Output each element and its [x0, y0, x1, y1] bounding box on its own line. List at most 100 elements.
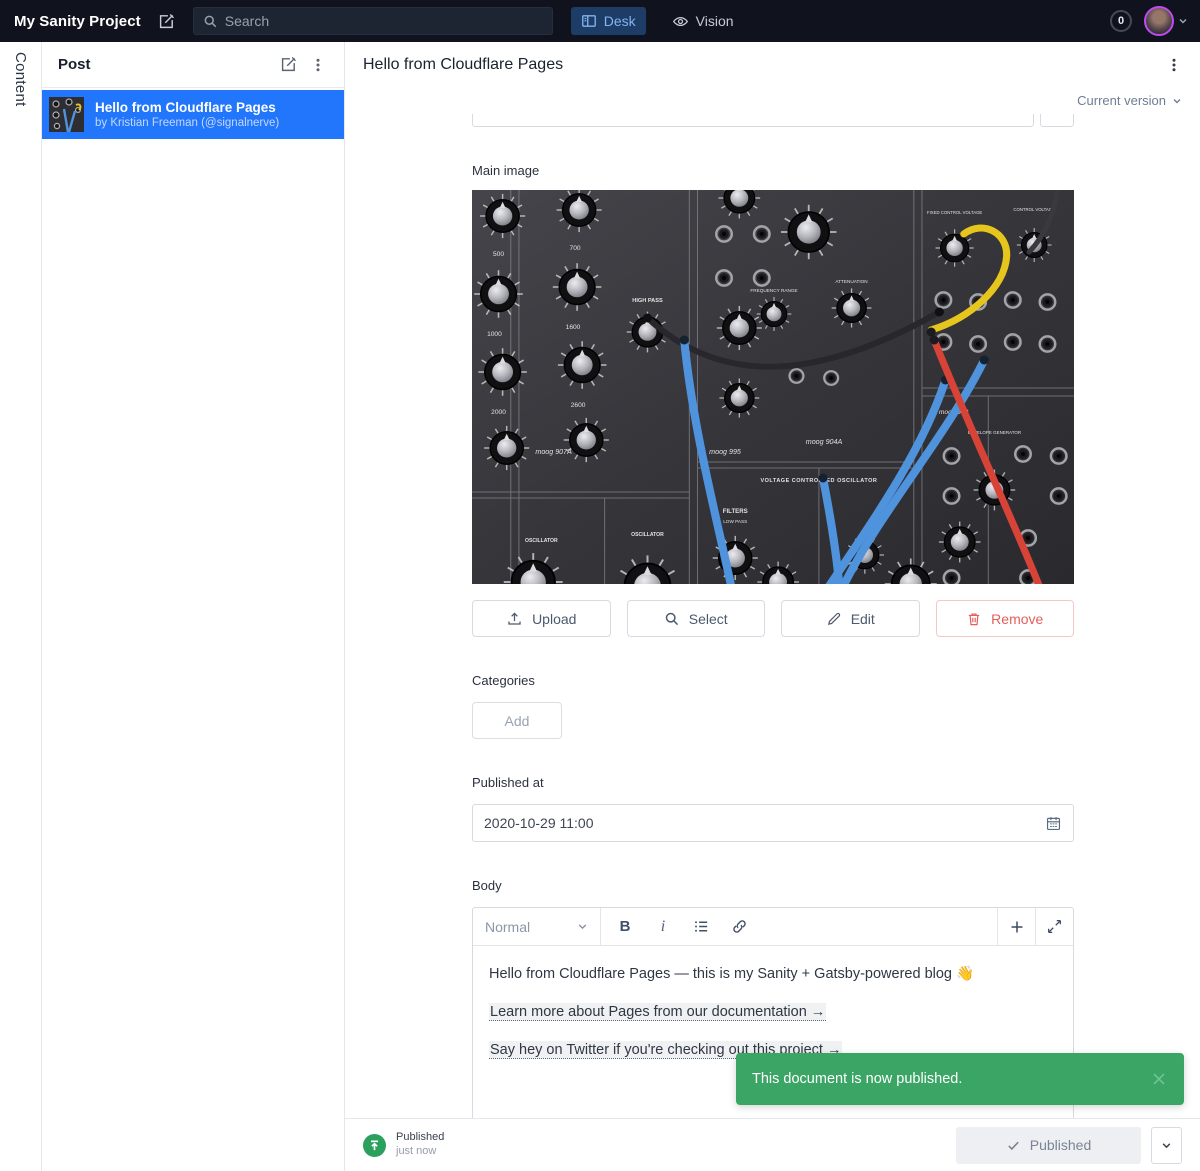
- sanity-studio: My Sanity Project Desk Vision 0: [0, 0, 1200, 1171]
- text-style-value: Normal: [485, 919, 530, 935]
- document-item-subtitle: by Kristian Freeman (@signalnerve): [95, 117, 279, 129]
- editor-menu-kebab-icon[interactable]: [1162, 53, 1186, 77]
- upload-icon: [506, 610, 523, 627]
- content-rail: Content: [0, 42, 42, 1171]
- search-icon: [203, 14, 218, 29]
- list-menu-kebab-icon[interactable]: [306, 53, 330, 77]
- text-style-select[interactable]: Normal: [473, 908, 601, 945]
- fullscreen-button[interactable]: [1035, 908, 1073, 945]
- global-search[interactable]: [193, 7, 553, 35]
- trash-icon: [966, 611, 982, 627]
- document-item-meta: Hello from Cloudflare Pages by Kristian …: [95, 100, 279, 129]
- synth-label-moog904a: moog 904A: [806, 439, 843, 446]
- tab-vision[interactable]: Vision: [662, 7, 744, 35]
- main-image-preview[interactable]: 500 700 1000 1600 2000 2600 HIGH PASS: [472, 190, 1074, 584]
- search-icon: [664, 611, 680, 627]
- insert-block-button[interactable]: [997, 908, 1035, 945]
- synth-label-1000: 1000: [487, 331, 502, 338]
- body-label: Body: [472, 878, 1074, 893]
- synth-label-freqrange: FREQUENCY RANGE: [750, 288, 797, 293]
- body-link-docs[interactable]: Learn more about Pages from our document…: [489, 1003, 826, 1021]
- new-document-button[interactable]: [157, 11, 177, 31]
- pencil-icon: [826, 611, 842, 627]
- synth-label-2000: 2000: [491, 409, 506, 416]
- bold-button[interactable]: B: [607, 912, 643, 942]
- document-item-title: Hello from Cloudflare Pages: [95, 100, 279, 115]
- chevron-down-icon: [1172, 96, 1182, 106]
- eye-icon: [672, 13, 689, 30]
- body-toolbar: Normal B i: [473, 908, 1073, 946]
- published-status-icon: [363, 1134, 386, 1157]
- synth-label-moog995: moog 995: [709, 449, 741, 456]
- tab-desk-label: Desk: [604, 13, 636, 29]
- upload-button[interactable]: Upload: [472, 600, 611, 637]
- synth-label-2600: 2600: [571, 402, 586, 409]
- publish-toast: This document is now published.: [736, 1053, 1184, 1105]
- check-icon: [1006, 1138, 1021, 1153]
- compose-icon: [157, 12, 176, 31]
- toast-message: This document is now published.: [752, 1071, 1150, 1087]
- synth-label-700: 700: [570, 245, 581, 252]
- document-thumbnail: [49, 97, 84, 132]
- edit-label: Edit: [851, 611, 875, 627]
- publish-button[interactable]: Published: [956, 1127, 1141, 1164]
- link-button[interactable]: [721, 912, 757, 942]
- document-editor-pane: Hello from Cloudflare Pages Current vers…: [345, 42, 1200, 1171]
- user-menu-chevron-icon[interactable]: [1178, 16, 1188, 26]
- synth-label-lowpass: LOW PASS: [723, 519, 747, 524]
- synth-label-osc2: OSCILLATOR: [631, 532, 664, 538]
- document-list-pane: Post Hello from Cloudflare Pages by Kris…: [42, 42, 345, 1171]
- notifications-badge[interactable]: 0: [1110, 10, 1132, 32]
- close-icon[interactable]: [1150, 1070, 1168, 1088]
- remove-label: Remove: [991, 611, 1043, 627]
- body-paragraph: Hello from Cloudflare Pages — this is my…: [489, 964, 1057, 985]
- list-pane-header: Post: [42, 42, 344, 88]
- remove-button[interactable]: Remove: [936, 600, 1075, 637]
- synth-label-osc1: OSCILLATOR: [525, 538, 558, 544]
- published-at-label: Published at: [472, 775, 1074, 790]
- avatar[interactable]: [1144, 6, 1174, 36]
- select-button[interactable]: Select: [627, 600, 766, 637]
- toolbar-right: [997, 908, 1073, 945]
- calendar-icon[interactable]: [1045, 815, 1062, 832]
- tab-vision-label: Vision: [696, 13, 734, 29]
- publish-button-label: Published: [1030, 1137, 1092, 1153]
- synth-label-filters: FILTERS: [723, 509, 748, 515]
- editor-document-title: Hello from Cloudflare Pages: [363, 56, 1162, 74]
- editor-scroll-area[interactable]: Main image: [345, 114, 1200, 1118]
- editor-footer: Published just now Published: [345, 1118, 1200, 1171]
- version-selector[interactable]: Current version: [345, 87, 1200, 114]
- document-form: Main image: [472, 114, 1074, 1118]
- content-rail-tab[interactable]: Content: [12, 52, 29, 1171]
- bullet-list-button[interactable]: [683, 912, 719, 942]
- published-status-title: Published: [396, 1131, 444, 1145]
- desk-icon: [581, 13, 597, 29]
- publish-menu-chevron[interactable]: [1151, 1127, 1182, 1164]
- tab-desk[interactable]: Desk: [571, 7, 646, 35]
- select-label: Select: [689, 611, 728, 627]
- create-post-button[interactable]: [276, 53, 300, 77]
- synth-label-cv: CONTROL VOLTAGE: [1013, 207, 1055, 212]
- document-list-item-selected[interactable]: Hello from Cloudflare Pages by Kristian …: [42, 90, 344, 139]
- top-navbar: My Sanity Project Desk Vision 0: [0, 0, 1200, 42]
- main-image-label: Main image: [472, 163, 1074, 178]
- project-title[interactable]: My Sanity Project: [14, 13, 141, 30]
- image-actions: Upload Select Edit: [472, 600, 1074, 637]
- published-at-input[interactable]: [484, 815, 1045, 831]
- synth-label-fixedcv: FIXED CONTROL VOLTAGE: [927, 210, 982, 215]
- published-status-time: just now: [396, 1145, 444, 1159]
- slug-generate-button-partial[interactable]: [1040, 114, 1074, 127]
- italic-button[interactable]: i: [645, 912, 681, 942]
- app-body: Content Post Hello from Cloudflare Pages: [0, 42, 1200, 1171]
- edit-button[interactable]: Edit: [781, 600, 920, 637]
- categories-label: Categories: [472, 673, 1074, 688]
- synth-label-1600: 1600: [566, 324, 581, 331]
- published-status: Published just now: [396, 1131, 444, 1159]
- slug-input-partial[interactable]: [472, 114, 1034, 127]
- search-input[interactable]: [225, 13, 543, 29]
- clipped-slug-field: [472, 114, 1074, 127]
- published-at-field: [472, 804, 1074, 842]
- editor-header: Hello from Cloudflare Pages: [345, 42, 1200, 87]
- add-category-button[interactable]: Add: [472, 702, 562, 739]
- synth-photo: 500 700 1000 1600 2000 2600 HIGH PASS: [472, 190, 1074, 584]
